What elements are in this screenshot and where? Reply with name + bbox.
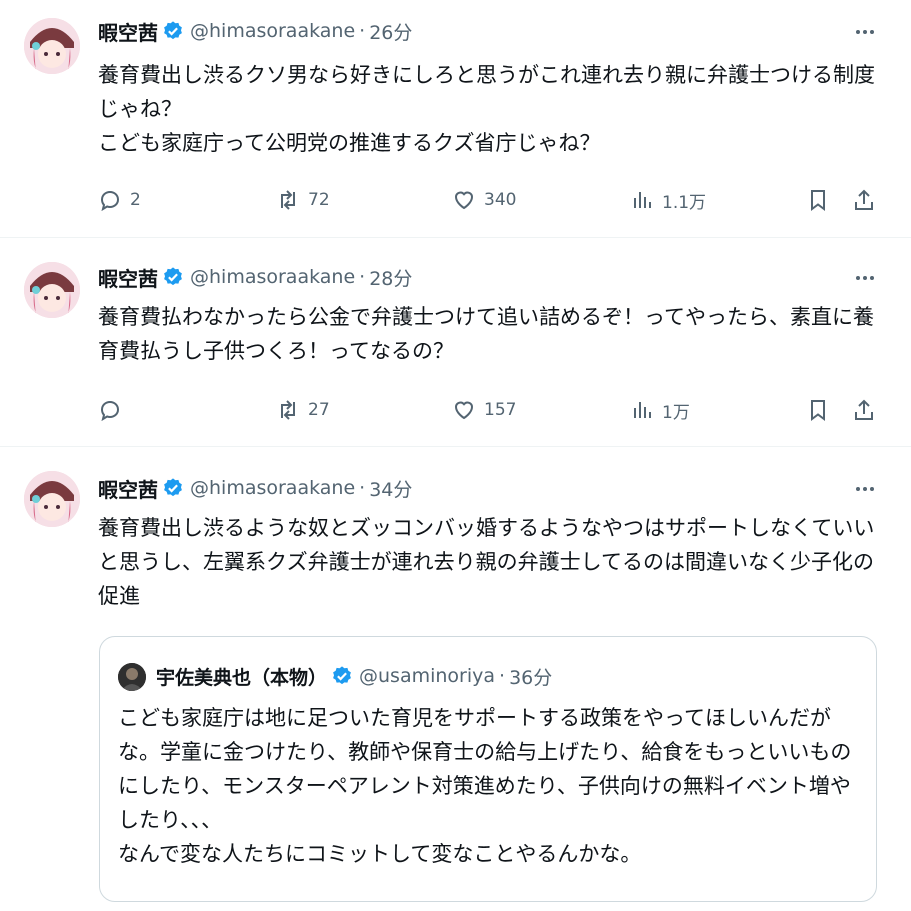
reply-icon (100, 190, 120, 212)
share-button[interactable] (852, 184, 876, 216)
quoted-tweet[interactable]: 宇佐美典也（本物） @usaminoriya · 36分 こども家庭庁は地に足つ… (99, 636, 877, 902)
views-button[interactable]: 1.1万 (630, 184, 706, 216)
like-count: 157 (484, 400, 517, 420)
retweet-count: 72 (308, 190, 330, 210)
share-icon (855, 189, 873, 210)
handle[interactable]: @himasoraakane (190, 20, 355, 42)
quote-avatar[interactable] (118, 663, 146, 691)
bookmark-icon (811, 190, 825, 211)
like-button[interactable]: 157 (452, 394, 516, 426)
tweet-text: 養育費払わなかったら公金で弁護士つけて追い詰めるぞ！ってやったら、素直に養育費払… (98, 305, 874, 363)
views-icon (634, 402, 651, 418)
timestamp[interactable]: 28分 (369, 264, 412, 291)
like-icon (454, 191, 474, 210)
display-name[interactable]: 暇空茜 (98, 17, 158, 46)
retweet-count: 27 (308, 400, 330, 420)
more-icon[interactable] (853, 20, 877, 44)
separator-dot: · (359, 266, 366, 288)
separator-dot: · (359, 477, 366, 499)
bookmark-button[interactable] (806, 394, 830, 426)
handle[interactable]: @himasoraakane (190, 477, 355, 499)
views-count: 1万 (662, 402, 690, 423)
tweet-text: 養育費出し渋るような奴とズッコンバッ婚するようなやつはサポートしなくていいと思う… (98, 516, 875, 608)
separator-dot: · (499, 665, 506, 687)
verified-badge-icon (164, 267, 182, 286)
verified-badge-icon (164, 21, 182, 40)
like-icon (454, 401, 474, 420)
action-bar: 27 157 1万 (98, 394, 888, 426)
reply-button[interactable]: 2 (98, 184, 141, 216)
bookmark-button[interactable] (806, 184, 830, 216)
handle[interactable]: @himasoraakane (190, 266, 355, 288)
retweet-icon (281, 400, 295, 420)
retweet-button[interactable]: 72 (276, 184, 330, 216)
display-name[interactable]: 暇空茜 (98, 263, 158, 292)
tweet-2[interactable]: 暇空茜 @himasoraakane · 28分 養育費払わなかったら公金で弁護… (0, 238, 911, 446)
bookmark-icon (811, 400, 825, 421)
views-icon (634, 192, 651, 208)
more-icon[interactable] (853, 266, 877, 290)
avatar[interactable] (24, 18, 80, 74)
separator-dot: · (359, 20, 366, 42)
like-button[interactable]: 340 (452, 184, 516, 216)
reply-icon (100, 400, 120, 422)
quote-timestamp: 36分 (509, 666, 553, 689)
display-name[interactable]: 暇空茜 (98, 474, 158, 503)
timestamp[interactable]: 26分 (369, 18, 412, 45)
quote-text: こども家庭庁は地に足ついた育児をサポートする政策をやってほしいんだがな。学童に金… (118, 706, 852, 866)
views-button[interactable]: 1万 (630, 394, 690, 426)
like-count: 340 (484, 190, 517, 210)
reply-button[interactable] (98, 394, 130, 426)
quote-display-name: 宇佐美典也（本物） (156, 666, 328, 689)
share-icon (855, 399, 873, 420)
tweet-text: 養育費出し渋るクソ男なら好きにしろと思うがこれ連れ去り親に弁護士つける制度じゃね… (98, 63, 875, 155)
more-icon[interactable] (853, 477, 877, 501)
timestamp[interactable]: 34分 (369, 475, 412, 502)
action-bar: 2 72 340 1.1万 (98, 184, 888, 216)
views-count: 1.1万 (662, 192, 707, 213)
share-button[interactable] (852, 394, 876, 426)
reply-count: 2 (130, 190, 141, 210)
tweet-1[interactable]: 暇空茜 @himasoraakane · 26分 養育費出し渋るクソ男なら好きに… (0, 0, 911, 236)
quote-handle: @usaminoriya (359, 665, 496, 687)
retweet-icon (281, 190, 295, 210)
avatar[interactable] (24, 262, 80, 318)
verified-badge-icon (164, 478, 182, 497)
retweet-button[interactable]: 27 (276, 394, 330, 426)
verified-badge-icon (333, 666, 351, 685)
avatar[interactable] (24, 471, 80, 527)
